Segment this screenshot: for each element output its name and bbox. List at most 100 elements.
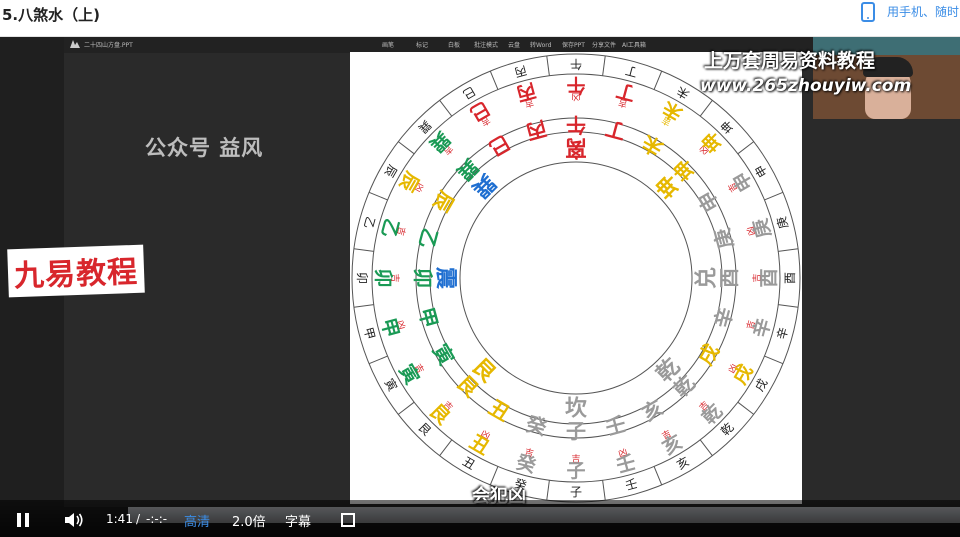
outer-mountain-label: 巳 [460, 84, 477, 102]
middle-mountain-label: 辛 [748, 316, 775, 340]
inner-mountain-label: 酉 [717, 268, 741, 288]
wheel-ring-4 [459, 161, 693, 395]
outer-mountain-label: 卯 [355, 272, 369, 284]
toolbar-item[interactable]: AI工具箱 [622, 40, 646, 49]
wheel-divider [439, 99, 453, 117]
inner-mountain-label: 戌 [693, 340, 724, 369]
wheel-divider [653, 70, 663, 90]
toolbar-item[interactable]: 分享文件 [592, 40, 616, 49]
watermark-jiuyi: 九易教程 [7, 244, 145, 298]
wheel-divider [439, 439, 453, 457]
time-separator: / [136, 512, 141, 526]
inner-mountain-label: 巳 [485, 130, 514, 161]
quality-button[interactable]: 高清 [184, 511, 210, 530]
outer-mountain-label: 壬 [624, 476, 639, 493]
wheel-divider [778, 304, 799, 308]
toolbar-item[interactable]: 标记 [416, 40, 428, 49]
wheel-divider [353, 304, 374, 308]
outer-mountain-label: 午 [570, 57, 582, 71]
wheel-divider [368, 191, 388, 201]
outer-mountain-label: 戌 [752, 376, 770, 393]
wheel-divider [368, 355, 388, 365]
outer-mountain-label: 丁 [624, 63, 639, 80]
wheel-divider [546, 55, 550, 76]
inner-mountain-label: 未 [638, 130, 667, 161]
outer-mountain-label: 甲 [361, 326, 378, 341]
wheel-divider [602, 55, 606, 76]
app-title: 二十四山方盘.PPT [84, 42, 133, 49]
wheel-divider [699, 99, 713, 117]
inner-mountain-label: 子 [566, 419, 586, 443]
wheel-divider [737, 141, 755, 155]
outer-mountain-label: 申 [752, 162, 770, 179]
outer-mountain-label: 未 [674, 84, 691, 102]
watermark-site-name: 上万套周易资料教程 [704, 50, 876, 72]
wheel-divider [397, 401, 415, 415]
middle-mountain-label: 午 [566, 74, 585, 97]
wheel-divider [489, 70, 499, 90]
video-player[interactable]: 二十四山方盘.PPT 画笔 标记 白板 批注模式 云盘 转Word 保存PPT … [0, 37, 960, 537]
total-time: -:-:- [146, 512, 168, 526]
outer-mountain-label: 丑 [460, 454, 477, 472]
wheel-divider [699, 439, 713, 457]
toolbar-item[interactable]: 批注模式 [474, 40, 498, 49]
top-bar: 5.八煞水（上) 用手机、随时 [0, 0, 960, 37]
inner-mountain-label: 亥 [638, 395, 667, 426]
wheel-divider [353, 248, 374, 252]
volume-icon[interactable] [64, 512, 84, 528]
watermark-site-url: www.265zhouyiw.com [700, 76, 912, 96]
inner-mountain-label: 卯 [411, 268, 435, 288]
middle-mountain-label: 子 [566, 460, 585, 482]
toolbar-item[interactable]: 画笔 [382, 40, 394, 49]
inner-mountain-label: 寅 [428, 340, 459, 369]
wheel-divider [778, 248, 799, 252]
trigram-label: 坎 [565, 396, 587, 422]
inner-mountain-label: 丑 [485, 395, 514, 426]
toolbar-item[interactable]: 云盘 [508, 40, 520, 49]
captions-button[interactable]: 字幕 [285, 511, 311, 530]
fullscreen-icon[interactable] [341, 513, 355, 527]
wheel-divider [546, 480, 550, 501]
inner-mountain-label: 午 [566, 113, 586, 137]
middle-mountain-label: 卯 [372, 268, 394, 287]
wheel-divider [764, 355, 784, 365]
outer-mountain-label: 艮 [415, 420, 433, 438]
twenty-four-mountains-wheel: 丙午丁未坤申庚酉辛戌乾亥壬子癸丑艮寅甲卯乙辰巽巳吉凶吉吉凶吉凶吉吉凶吉吉凶吉吉凶… [351, 53, 801, 503]
wheel-divider [764, 191, 784, 201]
speed-button[interactable]: 2.0倍 [232, 511, 266, 530]
trigram-label: 兑 [694, 267, 720, 289]
inner-mountain-label: 辰 [428, 187, 459, 217]
outer-mountain-label: 子 [570, 485, 582, 499]
middle-mountain-label: 酉 [758, 268, 780, 287]
outer-mountain-label: 乾 [718, 420, 736, 438]
outer-mountain-label: 丙 [513, 63, 528, 80]
wheel-divider [737, 401, 755, 415]
wheel-divider [397, 141, 415, 155]
trigram-label: 离 [565, 135, 587, 161]
toolbar-item[interactable]: 保存PPT [562, 40, 585, 49]
pause-icon[interactable] [17, 513, 29, 527]
toolbar-item[interactable]: 转Word [530, 40, 551, 49]
trigram-label: 震 [433, 267, 458, 290]
outer-mountain-label: 酉 [783, 272, 797, 284]
outer-mountain-label: 辛 [774, 326, 791, 341]
outer-mountain-label: 辰 [382, 162, 400, 179]
current-time: 1:41 [106, 512, 133, 526]
app-logo-icon [70, 40, 80, 48]
outer-mountain-label: 亥 [674, 454, 691, 472]
inner-mountain-label: 申 [693, 187, 724, 216]
player-controls: 1:41 / -:-:- 高清 2.0倍 字幕 [0, 500, 960, 537]
outer-mountain-label: 寅 [382, 376, 401, 394]
slide-document: 丙午丁未坤申庚酉辛戌乾亥壬子癸丑艮寅甲卯乙辰巽巳吉凶吉吉凶吉凶吉吉凶吉吉凶吉吉凶… [350, 52, 802, 504]
page-title: 5.八煞水（上) [2, 6, 100, 24]
wheel-divider [602, 480, 606, 501]
wheel-divider [653, 466, 663, 486]
phone-icon[interactable] [861, 2, 875, 22]
watermark-gongzhonghao: 公众号 益风 [145, 136, 264, 160]
middle-mountain-label: 庚 [748, 216, 775, 240]
outer-mountain-label: 巽 [415, 117, 433, 135]
outer-mountain-label: 乙 [361, 215, 378, 230]
toolbar-item[interactable]: 白板 [448, 40, 460, 49]
phone-watch-link[interactable]: 用手机、随时 [887, 3, 960, 20]
outer-mountain-label: 庚 [773, 215, 791, 230]
